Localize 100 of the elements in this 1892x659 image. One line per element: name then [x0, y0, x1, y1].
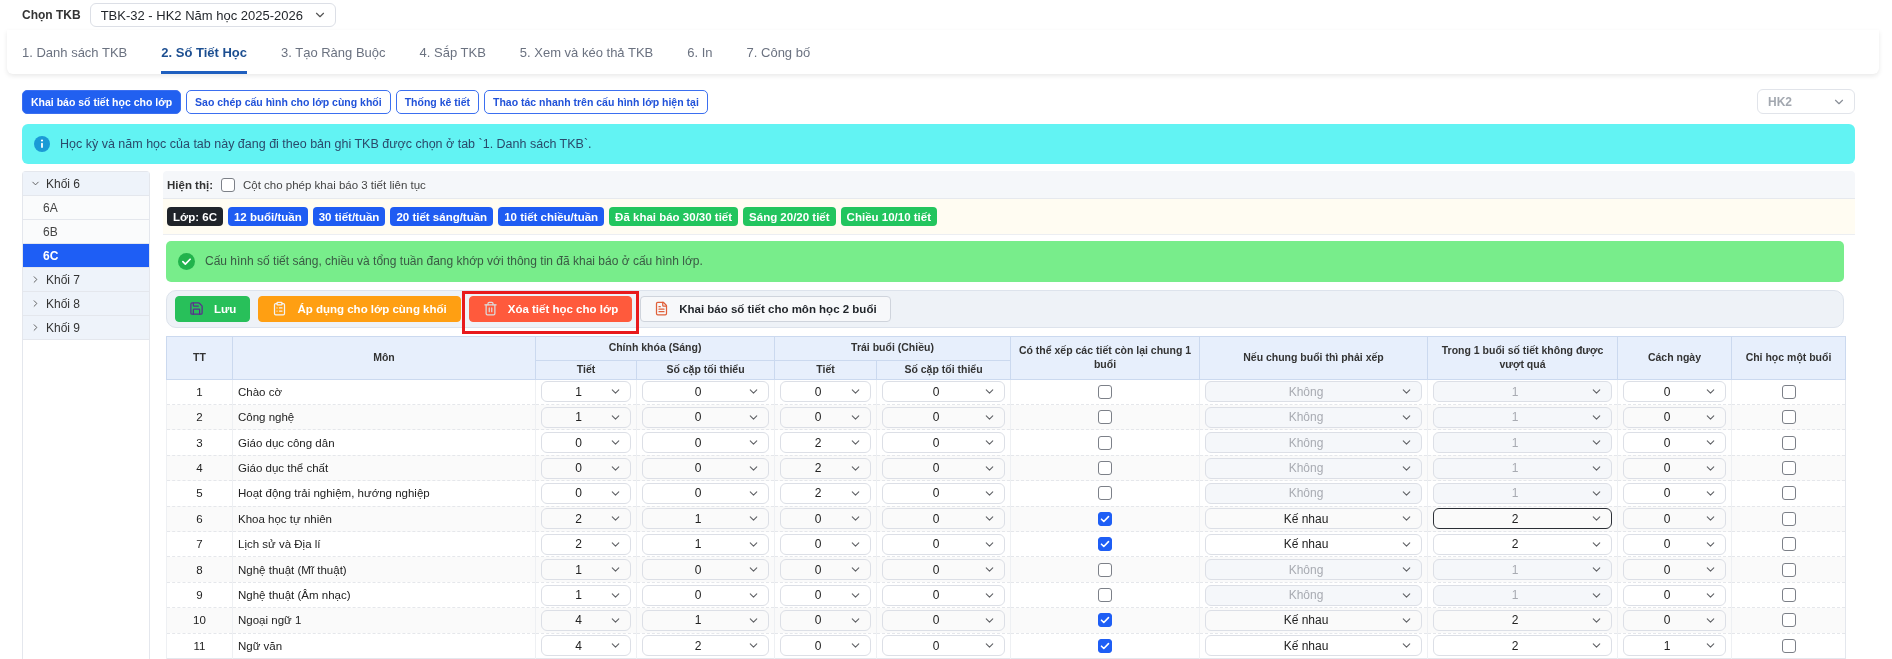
min-pairs-select[interactable]: 1 — [642, 508, 769, 530]
day-gap-select[interactable]: 0 — [1623, 508, 1726, 530]
day-gap-select[interactable]: 0 — [1623, 482, 1726, 504]
action-button[interactable]: Khai báo số tiết cho môn học 2 buổi — [640, 295, 891, 322]
min-pairs-select[interactable]: 0 — [642, 432, 769, 454]
sidebar-group[interactable]: Khối 9 — [23, 316, 149, 340]
arrangement-select[interactable]: Kế nhau — [1205, 508, 1422, 530]
min-pairs-select[interactable]: 1 — [642, 533, 769, 555]
period-select[interactable]: 0 — [780, 381, 871, 403]
checkbox[interactable] — [1781, 613, 1796, 628]
checkbox[interactable] — [1781, 384, 1796, 399]
max-periods-select[interactable]: 2 — [1433, 508, 1612, 530]
checkbox[interactable] — [1098, 384, 1112, 399]
checkbox[interactable] — [221, 177, 235, 192]
arrangement-select[interactable]: Kế nhau — [1205, 635, 1422, 657]
period-select[interactable]: 0 — [780, 609, 871, 631]
arrangement-select[interactable]: Kế nhau — [1205, 533, 1422, 555]
period-select[interactable]: 0 — [780, 559, 871, 581]
min-pairs-select[interactable]: 0 — [882, 381, 1005, 403]
min-pairs-select[interactable]: 0 — [882, 482, 1005, 504]
period-select[interactable]: 0 — [780, 533, 871, 555]
max-periods-select[interactable]: 2 — [1433, 635, 1612, 657]
period-select[interactable]: 0 — [780, 584, 871, 606]
checkbox[interactable] — [1098, 410, 1112, 425]
subtab-button[interactable]: Thao tác nhanh trên cấu hình lớp hiện tại — [484, 89, 708, 114]
max-periods-select[interactable]: 2 — [1433, 609, 1612, 631]
min-pairs-select[interactable]: 0 — [642, 406, 769, 428]
tab[interactable]: 2. Số Tiết Học — [161, 30, 247, 74]
checkbox[interactable] — [1781, 537, 1796, 552]
arrangement-select[interactable]: Kế nhau — [1205, 609, 1422, 631]
checkbox[interactable] — [1098, 613, 1112, 628]
checkbox[interactable] — [1781, 638, 1796, 653]
checkbox[interactable] — [1098, 461, 1112, 476]
min-pairs-select[interactable]: 0 — [882, 635, 1005, 657]
checkbox[interactable] — [1098, 588, 1112, 602]
subtab-button[interactable]: Khai báo số tiết học cho lớp — [22, 89, 182, 114]
sidebar-group[interactable]: Khối 6 — [23, 172, 149, 196]
period-select[interactable]: 1 — [541, 381, 631, 403]
max-periods-select[interactable]: 2 — [1433, 533, 1612, 555]
checkbox[interactable] — [1098, 435, 1112, 450]
min-pairs-select[interactable]: 0 — [642, 559, 769, 581]
tab[interactable]: 6. In — [687, 30, 713, 74]
period-select[interactable]: 0 — [780, 508, 871, 530]
checkbox[interactable] — [1781, 562, 1796, 577]
checkbox[interactable] — [1781, 461, 1796, 476]
min-pairs-select[interactable]: 0 — [882, 432, 1005, 454]
min-pairs-select[interactable]: 0 — [642, 381, 769, 403]
tab[interactable]: 7. Công bố — [746, 30, 811, 74]
min-pairs-select[interactable]: 0 — [882, 559, 1005, 581]
checkbox[interactable] — [1781, 511, 1796, 526]
period-select[interactable]: 0 — [541, 482, 631, 504]
period-select[interactable]: 1 — [541, 584, 631, 606]
sidebar-group[interactable]: Khối 8 — [23, 292, 149, 316]
day-gap-select[interactable]: 0 — [1623, 381, 1726, 403]
min-pairs-select[interactable]: 2 — [642, 635, 769, 657]
period-select[interactable]: 1 — [541, 406, 631, 428]
min-pairs-select[interactable]: 1 — [642, 609, 769, 631]
subtab-button[interactable]: Sao chép cấu hình cho lớp cùng khối — [186, 89, 391, 114]
min-pairs-select[interactable]: 0 — [642, 482, 769, 504]
min-pairs-select[interactable]: 0 — [882, 533, 1005, 555]
sidebar-item[interactable]: 6B — [23, 220, 149, 244]
min-pairs-select[interactable]: 0 — [882, 406, 1005, 428]
period-select[interactable]: 2 — [780, 457, 871, 479]
period-select[interactable]: 0 — [541, 432, 631, 454]
day-gap-select[interactable]: 0 — [1623, 584, 1726, 606]
tab[interactable]: 1. Danh sách TKB — [22, 30, 128, 74]
day-gap-select[interactable]: 0 — [1623, 609, 1726, 631]
day-gap-select[interactable]: 0 — [1623, 533, 1726, 555]
checkbox[interactable] — [1781, 410, 1796, 425]
sidebar-item[interactable]: 6C — [23, 244, 149, 268]
checkbox[interactable] — [1098, 486, 1112, 501]
subtab-button[interactable]: Thống kê tiết — [395, 89, 479, 114]
period-select[interactable]: 2 — [541, 533, 631, 555]
period-select[interactable]: 4 — [541, 609, 631, 631]
min-pairs-select[interactable]: 0 — [882, 457, 1005, 479]
period-select[interactable]: 0 — [780, 635, 871, 657]
min-pairs-select[interactable]: 0 — [882, 508, 1005, 530]
period-select[interactable]: 0 — [780, 406, 871, 428]
day-gap-select[interactable]: 0 — [1623, 432, 1726, 454]
period-select[interactable]: 2 — [541, 508, 631, 530]
sidebar-item[interactable]: 6A — [23, 196, 149, 220]
min-pairs-select[interactable]: 0 — [642, 584, 769, 606]
day-gap-select[interactable]: 1 — [1623, 635, 1726, 657]
period-select[interactable]: 1 — [541, 559, 631, 581]
period-select[interactable]: 2 — [780, 432, 871, 454]
tab[interactable]: 5. Xem và kéo thả TKB — [519, 30, 654, 74]
period-select[interactable]: 4 — [541, 635, 631, 657]
day-gap-select[interactable]: 0 — [1623, 559, 1726, 581]
checkbox[interactable] — [1098, 638, 1112, 653]
day-gap-select[interactable]: 0 — [1623, 457, 1726, 479]
day-gap-select[interactable]: 0 — [1623, 406, 1726, 428]
min-pairs-select[interactable]: 0 — [882, 584, 1005, 606]
checkbox[interactable] — [1098, 511, 1112, 526]
period-select[interactable]: 0 — [541, 457, 631, 479]
tab[interactable]: 3. Tạo Ràng Buộc — [281, 30, 386, 74]
timetable-select[interactable]: TBK-32 - HK2 Năm học 2025-2026 — [89, 3, 336, 27]
sidebar-group[interactable]: Khối 7 — [23, 268, 149, 292]
checkbox[interactable] — [1781, 486, 1796, 501]
tab[interactable]: 4. Sắp TKB — [419, 30, 486, 74]
checkbox[interactable] — [1781, 588, 1796, 602]
